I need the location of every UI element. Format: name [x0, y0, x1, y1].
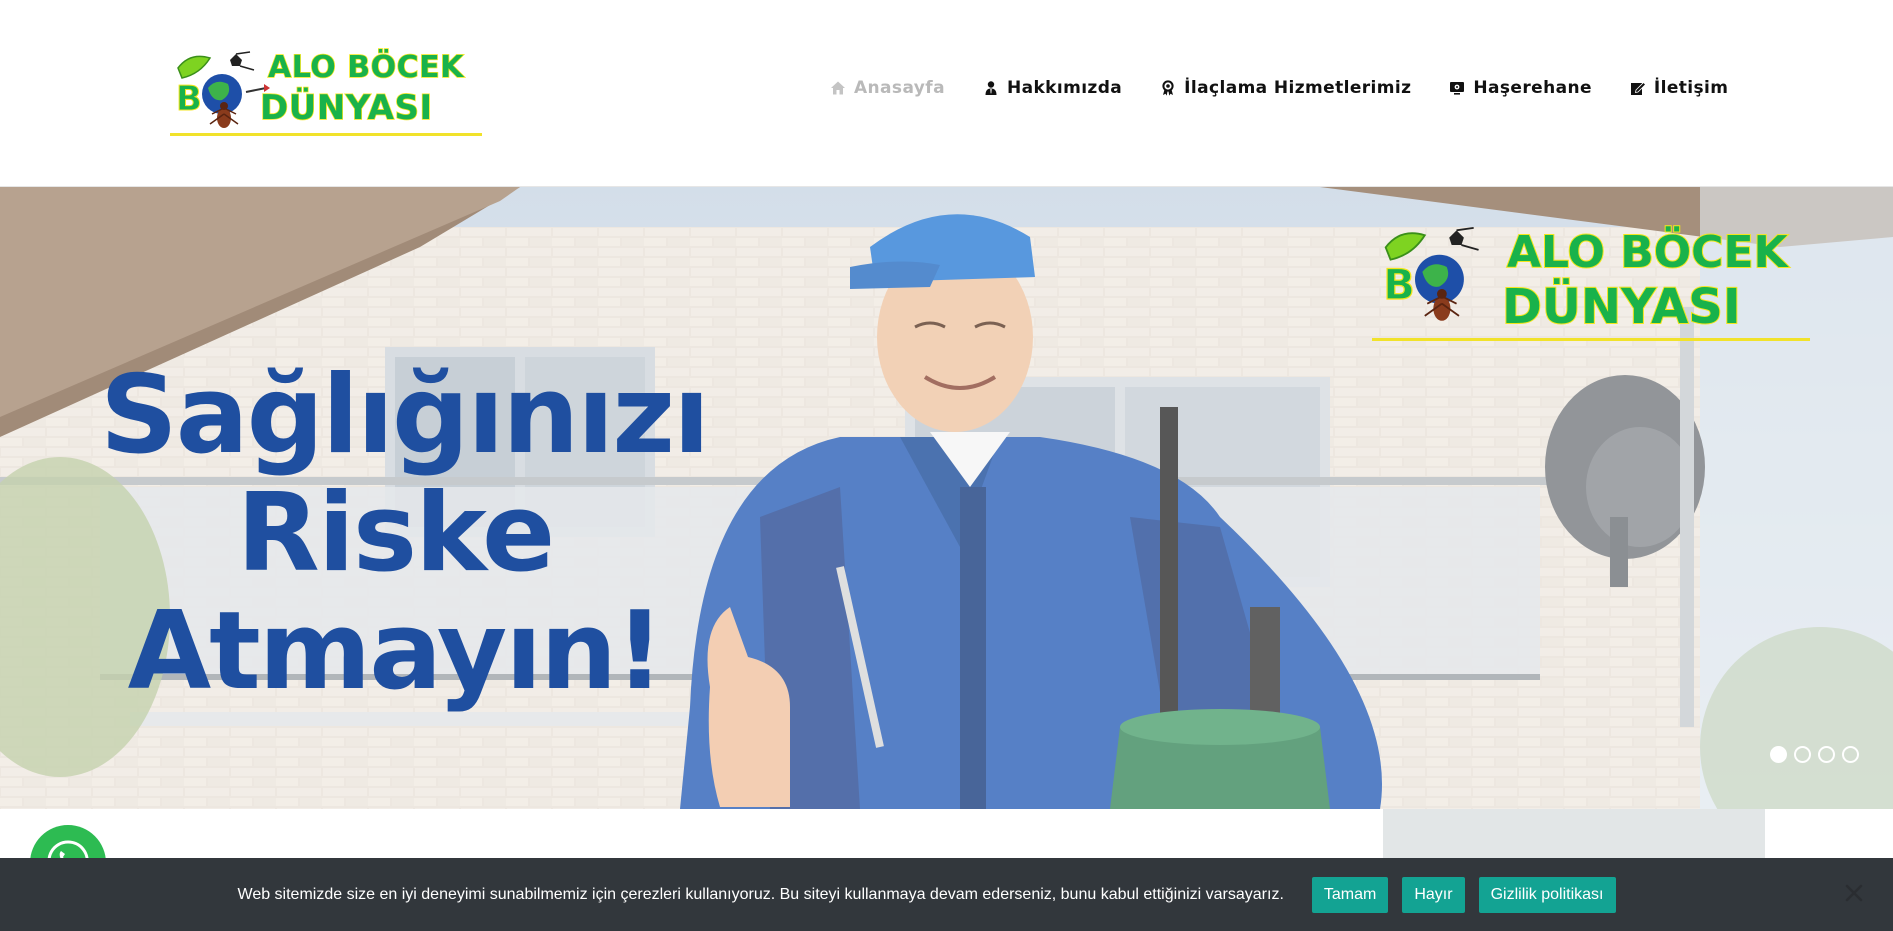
cookie-consent-bar: Web sitemizde size en iyi deneyimi sunab…	[0, 858, 1893, 931]
nav-label: Anasayfa	[854, 78, 945, 98]
award-icon	[1162, 80, 1174, 96]
hero-headline-line1: Sağlığınızı	[100, 353, 710, 478]
user-icon	[985, 81, 997, 95]
privacy-policy-button[interactable]: Gizlilik politikası	[1478, 876, 1616, 913]
svg-text:B: B	[176, 79, 202, 119]
hero-logo-text-line1: ALO BÖCEK	[1506, 226, 1789, 279]
hero-headline-line2: Riske	[236, 471, 556, 596]
hero-logo-underline	[1372, 338, 1810, 341]
cookie-decline-button[interactable]: Hayır	[1402, 876, 1465, 913]
home-icon	[831, 81, 845, 95]
monitor-icon	[1450, 82, 1465, 95]
hero-slider: Sağlığınızı Riske Atmayın! B ALO BÖCEK D…	[0, 187, 1893, 809]
logo-globe-bug-icon: B	[176, 51, 270, 128]
logo-text-line2: DÜNYASI	[259, 87, 433, 129]
slider-dot-3[interactable]	[1818, 746, 1835, 763]
slider-dot-4[interactable]	[1842, 746, 1859, 763]
hero-logo-text-line2: DÜNYASI	[1501, 278, 1742, 336]
slider-dot-2[interactable]	[1794, 746, 1811, 763]
main-nav: Anasayfa Hakkımızda İlaçlama Hizmetlerim…	[830, 78, 1766, 98]
slider-dot-1[interactable]	[1770, 746, 1787, 763]
nav-label: İletişim	[1653, 78, 1729, 98]
cookie-accept-button[interactable]: Tamam	[1311, 876, 1389, 913]
nav-item-ilaclama-hizmetlerimiz[interactable]: İlaçlama Hizmetlerimiz	[1160, 78, 1411, 98]
close-icon[interactable]	[1843, 882, 1865, 904]
hero-headline: Sağlığınızı Riske Atmayın!	[100, 353, 710, 714]
logo-text-line1: ALO BÖCEK	[267, 49, 464, 86]
hero-headline-line3: Atmayın!	[127, 589, 665, 714]
nav-item-iletisim[interactable]: İletişim	[1630, 78, 1729, 98]
nav-item-hakkimizda[interactable]: Hakkımızda	[983, 78, 1122, 98]
site-header: B ALO BÖCEK DÜNYASI Anasayfa Hakkımızda …	[0, 0, 1893, 187]
nav-item-anasayfa[interactable]: Anasayfa	[830, 78, 945, 98]
site-logo[interactable]: B ALO BÖCEK DÜNYASI	[170, 48, 484, 138]
nav-label: Hakkımızda	[1006, 78, 1123, 98]
hero-logo: B ALO BÖCEK DÜNYASI	[1372, 223, 1812, 341]
logo-globe-bug-icon: B	[1383, 226, 1479, 321]
slider-pagination	[1770, 746, 1859, 763]
svg-text:B: B	[1383, 260, 1415, 309]
edit-icon	[1630, 81, 1646, 95]
logo-underline	[170, 133, 482, 136]
nav-label: İlaçlama Hizmetlerimiz	[1184, 78, 1412, 98]
cookie-message: Web sitemizde size en iyi deneyimi sunab…	[237, 885, 1284, 903]
nav-label: Haşerehane	[1473, 78, 1592, 98]
nav-item-haserehane[interactable]: Haşerehane	[1449, 78, 1591, 98]
